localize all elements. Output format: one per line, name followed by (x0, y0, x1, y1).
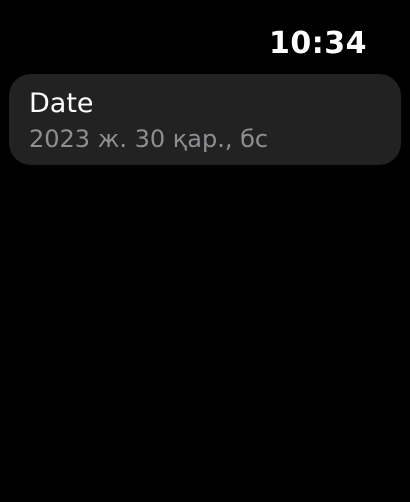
watch-screen: 10:34 Date 2023 ж. 30 қар., бс (0, 0, 410, 502)
date-row-title: Date (29, 88, 94, 119)
date-row-value: 2023 ж. 30 қар., бс (29, 125, 269, 153)
status-bar: 10:34 (0, 0, 410, 64)
clock-time: 10:34 (269, 26, 367, 61)
date-row[interactable]: Date 2023 ж. 30 қар., бс (9, 74, 401, 165)
settings-list: Date 2023 ж. 30 қар., бс (9, 74, 401, 165)
